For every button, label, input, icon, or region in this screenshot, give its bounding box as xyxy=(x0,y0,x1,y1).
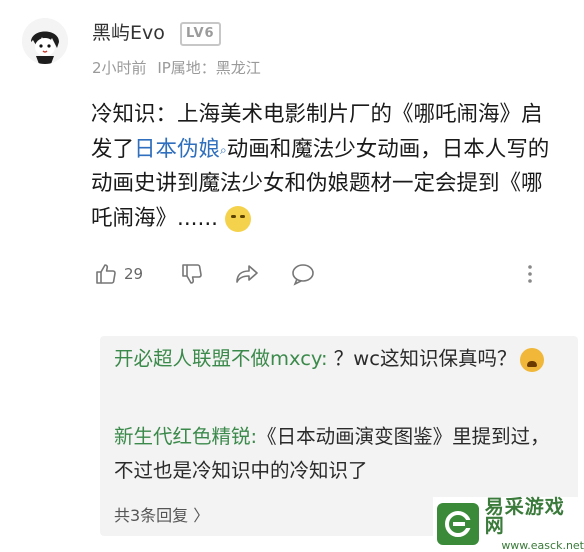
dislike-button[interactable] xyxy=(180,262,204,286)
level-badge: LV6 xyxy=(180,22,221,46)
like-count: 29 xyxy=(124,265,144,283)
laughing-emoji-icon xyxy=(224,205,251,232)
thumbs-up-icon xyxy=(96,264,116,284)
ip-location: IP属地：黑龙江 xyxy=(157,59,261,77)
site-watermark: 易采游戏网 www.easck.net xyxy=(433,497,584,551)
site-logo-icon xyxy=(437,503,479,545)
comment-button[interactable] xyxy=(290,262,316,286)
like-button[interactable]: 29 xyxy=(94,262,143,286)
reply-item[interactable]: 新生代红色精锐:《日本动画演变图鉴》里提到过，不过也是冷知识中的冷知识了 xyxy=(114,420,564,488)
post-content: 冷知识：上海美术电影制片厂的《哪吒闹海》启发了日本伪娘⌕动画和魔法少女动画，日本… xyxy=(91,98,561,236)
vertical-dots-icon xyxy=(528,265,532,283)
action-bar: 29 xyxy=(94,262,554,290)
reply-nickname[interactable]: 开必超人联盟不做mxcy: xyxy=(114,347,328,370)
reply-item[interactable]: 开必超人联盟不做mxcy: ？wc这知识保真吗？ xyxy=(114,342,554,376)
share-button[interactable] xyxy=(234,262,260,286)
more-options-button[interactable] xyxy=(526,262,534,286)
user-avatar[interactable] xyxy=(22,18,68,64)
watermark-url: www.easck.net xyxy=(501,538,584,552)
keyword-link[interactable]: 日本伪娘 xyxy=(134,137,220,162)
thumbs-down-icon xyxy=(182,264,202,284)
comment-icon xyxy=(292,264,314,286)
post-meta: 2小时前 IP属地：黑龙江 xyxy=(92,57,267,78)
crying-emoji-icon xyxy=(520,347,545,372)
username[interactable]: 黑屿Evo xyxy=(92,18,165,45)
reply-nickname[interactable]: 新生代红色精锐: xyxy=(114,425,257,448)
watermark-name: 易采游戏网 xyxy=(484,495,565,537)
search-icon[interactable]: ⌕ xyxy=(220,143,227,157)
view-more-replies-link[interactable]: 共3条回复 〉 xyxy=(114,502,209,526)
share-icon xyxy=(236,265,258,283)
reply-text: ？wc这知识保真吗？ xyxy=(327,347,517,370)
post-time: 2小时前 xyxy=(92,59,147,77)
